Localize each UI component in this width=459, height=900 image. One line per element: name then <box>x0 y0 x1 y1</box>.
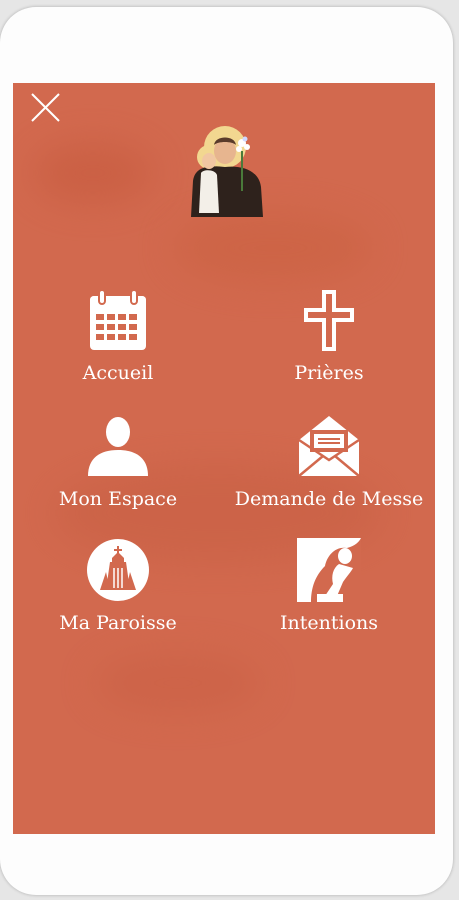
menu-item-label: Ma Paroisse <box>59 612 177 634</box>
background-blur <box>93 653 263 713</box>
praying-figure-icon <box>297 538 361 602</box>
phone-frame: Accueil Prières Mon Espace Demande de Me… <box>0 7 453 895</box>
church-icon <box>87 539 149 601</box>
menu-item-label: Accueil <box>82 362 154 384</box>
saint-anthony-logo <box>191 126 263 217</box>
close-icon[interactable] <box>28 89 64 125</box>
calendar-icon <box>90 289 146 350</box>
user-icon <box>88 417 148 476</box>
menu-item-label: Demande de Messe <box>234 488 424 510</box>
envelope-icon <box>298 416 360 477</box>
background-blur <box>173 213 373 283</box>
background-blur <box>33 143 153 203</box>
menu-item-label: Mon Espace <box>58 488 178 510</box>
menu-item-label: Intentions <box>280 612 378 634</box>
side-menu-overlay: Accueil Prières Mon Espace Demande de Me… <box>13 83 435 834</box>
menu-item-label: Prières <box>294 362 364 384</box>
cross-icon <box>304 290 354 351</box>
